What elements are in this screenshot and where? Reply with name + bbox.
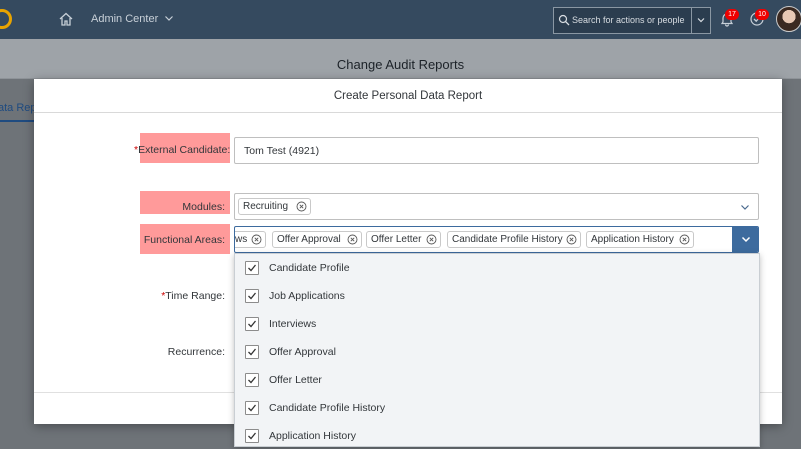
close-circle-icon[interactable]: [347, 234, 358, 245]
checkbox-checked-icon[interactable]: [245, 429, 259, 443]
close-circle-icon[interactable]: [251, 234, 262, 245]
external-candidate-label-text: External Candidate:: [138, 144, 231, 156]
token-recruiting[interactable]: Recruiting: [238, 198, 311, 215]
list-item[interactable]: Offer Approval: [235, 338, 759, 366]
checkbox-checked-icon[interactable]: [245, 317, 259, 331]
list-item-label: Candidate Profile: [269, 262, 350, 274]
token-candidate-profile-history[interactable]: Candidate Profile History: [447, 231, 581, 248]
shell-bar: Admin Center Search for actions or peopl…: [0, 0, 801, 39]
avatar[interactable]: [776, 6, 801, 32]
list-item-label: Interviews: [269, 318, 317, 330]
list-item-label: Offer Letter: [269, 374, 322, 386]
close-circle-icon[interactable]: [679, 234, 690, 245]
app-title[interactable]: Admin Center: [91, 13, 158, 25]
checkbox-checked-icon[interactable]: [245, 289, 259, 303]
token-offer-approval[interactable]: Offer Approval: [272, 231, 362, 248]
time-range-label-text: Time Range:: [165, 290, 225, 302]
list-item[interactable]: Interviews: [235, 310, 759, 338]
close-circle-icon[interactable]: [296, 201, 307, 212]
checkbox-checked-icon[interactable]: [245, 373, 259, 387]
functional-areas-dropdown: Candidate Profile Job Applications Inter…: [234, 253, 760, 447]
modules-multiselect[interactable]: Recruiting: [234, 193, 759, 220]
chevron-down-icon[interactable]: [163, 12, 175, 24]
list-item-label: Offer Approval: [269, 346, 336, 358]
token-label: Offer Letter: [371, 234, 422, 245]
time-range-label: *Time Range:: [134, 290, 225, 302]
token-application-history[interactable]: Application History: [586, 231, 694, 248]
functional-areas-multiselect[interactable]: ws Offer Approval Offer Letter Candidate…: [234, 226, 759, 253]
search-placeholder: Search for actions or people: [572, 15, 685, 25]
tab-indicator: [0, 120, 36, 122]
recurrence-label: Recurrence:: [167, 346, 225, 358]
list-item[interactable]: Candidate Profile: [235, 254, 759, 282]
functional-areas-label: Functional Areas:: [143, 234, 225, 246]
token-label: Application History: [591, 234, 674, 245]
token-label: Candidate Profile History: [452, 234, 563, 245]
search-divider: [691, 8, 692, 33]
todo-badge: 10: [755, 9, 769, 20]
company-logo[interactable]: [0, 9, 12, 29]
functional-areas-toggle-button[interactable]: [732, 227, 758, 252]
chevron-down-icon: [741, 236, 751, 243]
token-label: ws: [235, 234, 248, 245]
token-label: Recruiting: [243, 201, 289, 212]
list-item-label: Candidate Profile History: [269, 402, 386, 414]
token-offer-letter[interactable]: Offer Letter: [366, 231, 441, 248]
checkbox-checked-icon[interactable]: [245, 401, 259, 415]
chevron-down-icon[interactable]: [739, 201, 751, 213]
checkbox-checked-icon[interactable]: [245, 261, 259, 275]
notifications-badge: 17: [725, 9, 739, 20]
list-item[interactable]: Candidate Profile History: [235, 394, 759, 422]
token-label: Offer Approval: [277, 234, 341, 245]
token-interviews[interactable]: ws: [235, 231, 266, 248]
external-candidate-label: *External Candidate:: [134, 144, 230, 156]
list-item[interactable]: Offer Letter: [235, 366, 759, 394]
checkbox-checked-icon[interactable]: [245, 345, 259, 359]
dialog-title: Create Personal Data Report: [34, 79, 782, 113]
external-candidate-field[interactable]: Tom Test (4921): [234, 137, 759, 164]
list-item[interactable]: Application History: [235, 422, 759, 449]
chevron-down-icon[interactable]: [696, 15, 706, 25]
modules-label: Modules:: [182, 201, 225, 213]
external-candidate-value: Tom Test (4921): [244, 145, 320, 157]
close-circle-icon[interactable]: [426, 234, 437, 245]
list-item-label: Job Applications: [269, 290, 345, 302]
home-icon[interactable]: [58, 11, 74, 27]
close-circle-icon[interactable]: [566, 234, 577, 245]
list-item-label: Application History: [269, 430, 356, 442]
search-icon: [558, 14, 570, 26]
search-input[interactable]: Search for actions or people: [553, 7, 711, 34]
list-item[interactable]: Job Applications: [235, 282, 759, 310]
page-title: Change Audit Reports: [336, 57, 465, 72]
